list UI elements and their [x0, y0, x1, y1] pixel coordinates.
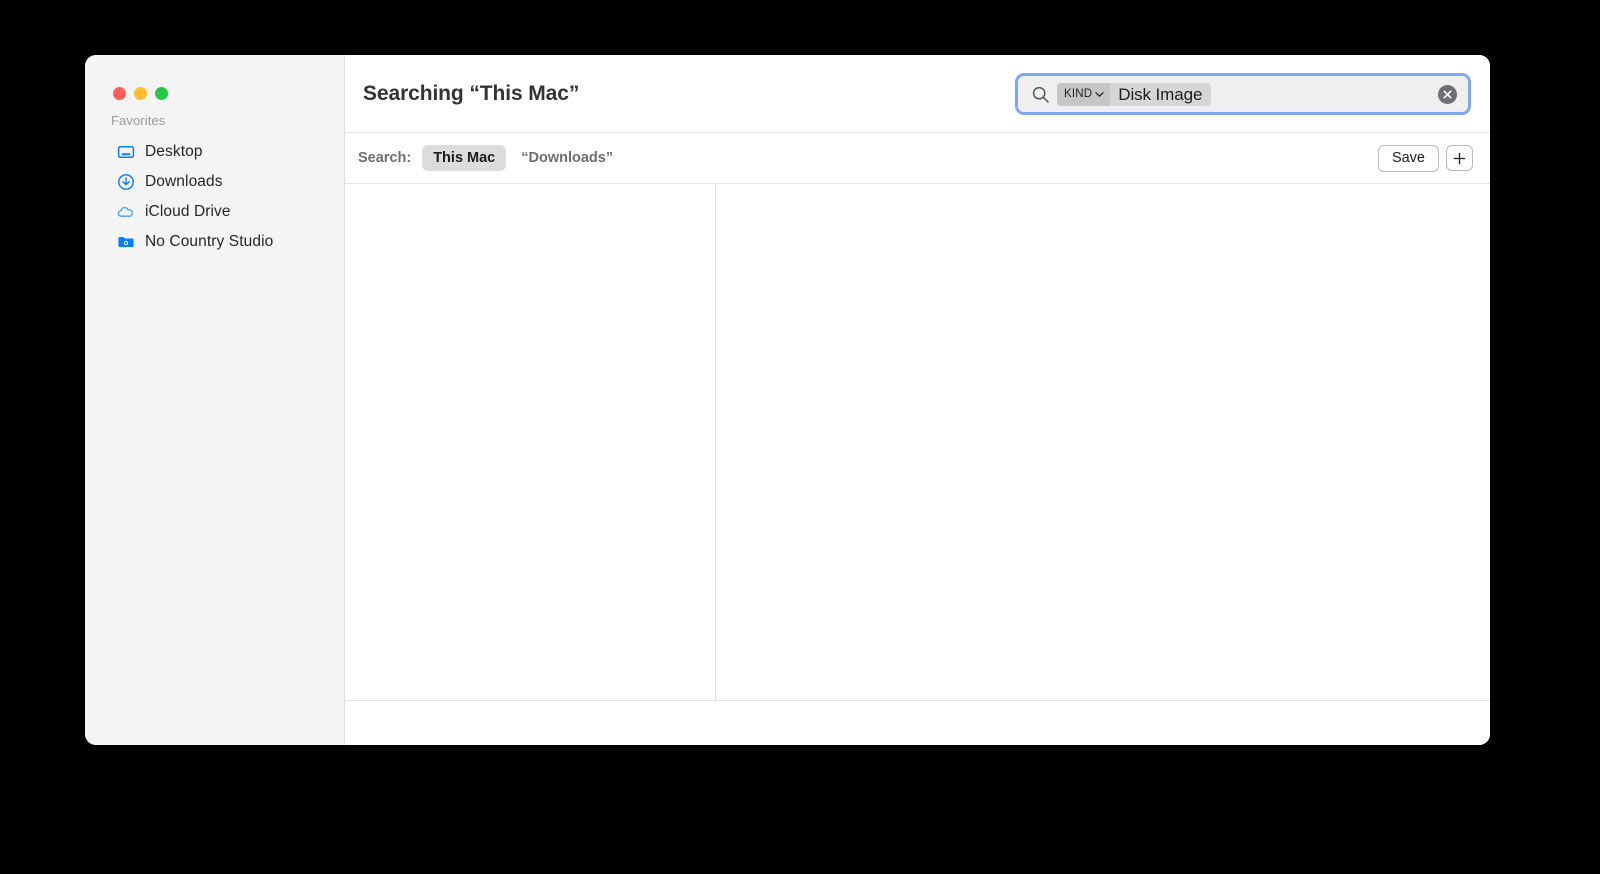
column-view	[345, 184, 1490, 700]
toolbar: Searching “This Mac” KIND Disk Image	[345, 55, 1490, 132]
downloads-icon	[117, 173, 135, 191]
close-button[interactable]	[113, 87, 126, 100]
sidebar-item-label: iCloud Drive	[145, 202, 231, 220]
sidebar: Favorites Desktop Downloads iCloud Drive…	[85, 55, 345, 745]
clear-search-button[interactable]	[1438, 84, 1457, 104]
sidebar-item-desktop[interactable]: Desktop	[93, 137, 336, 166]
zoom-button[interactable]	[155, 87, 168, 100]
column-pane-second[interactable]	[716, 184, 1490, 700]
icloud-drive-icon	[117, 203, 135, 221]
traffic-light-controls	[113, 87, 168, 100]
sidebar-item-no-country-studio[interactable]: No Country Studio	[93, 227, 336, 256]
sidebar-section-favorites-title: Favorites	[111, 113, 166, 128]
sidebar-item-label: No Country Studio	[145, 232, 274, 250]
search-input[interactable]: Disk Image	[1110, 83, 1211, 106]
plus-icon	[1453, 152, 1466, 164]
add-criteria-button[interactable]	[1446, 145, 1473, 171]
sidebar-item-icloud-drive[interactable]: iCloud Drive	[93, 197, 336, 226]
search-field[interactable]: KIND Disk Image	[1015, 73, 1471, 115]
scope-chip-downloads[interactable]: “Downloads”	[510, 145, 624, 171]
search-scope-label: Search:	[358, 150, 412, 166]
search-token-attribute[interactable]: KIND	[1057, 82, 1111, 106]
minimize-button[interactable]	[134, 87, 147, 100]
search-scope-bar: Search: This Mac “Downloads” Save	[345, 132, 1490, 184]
sidebar-item-label: Downloads	[145, 172, 223, 190]
scope-chip-this-mac[interactable]: This Mac	[422, 145, 507, 171]
column-pane-first[interactable]	[345, 184, 716, 700]
save-button[interactable]: Save	[1377, 144, 1439, 172]
search-token[interactable]: KIND Disk Image	[1057, 82, 1212, 106]
chevron-down-icon	[1095, 85, 1104, 103]
sidebar-item-downloads[interactable]: Downloads	[93, 167, 336, 196]
page-title: Searching “This Mac”	[363, 81, 580, 105]
finder-window: Favorites Desktop Downloads iCloud Drive…	[85, 55, 1490, 745]
main-pane: Searching “This Mac” KIND Disk Image Sea…	[345, 55, 1490, 745]
scope-bar-actions: Save	[1377, 144, 1473, 172]
search-token-attribute-label: KIND	[1064, 88, 1093, 100]
sidebar-item-label: Desktop	[145, 142, 203, 160]
search-icon	[1030, 84, 1050, 104]
desktop-icon	[117, 143, 135, 161]
status-bar	[345, 700, 1490, 745]
folder-icon	[117, 233, 135, 251]
